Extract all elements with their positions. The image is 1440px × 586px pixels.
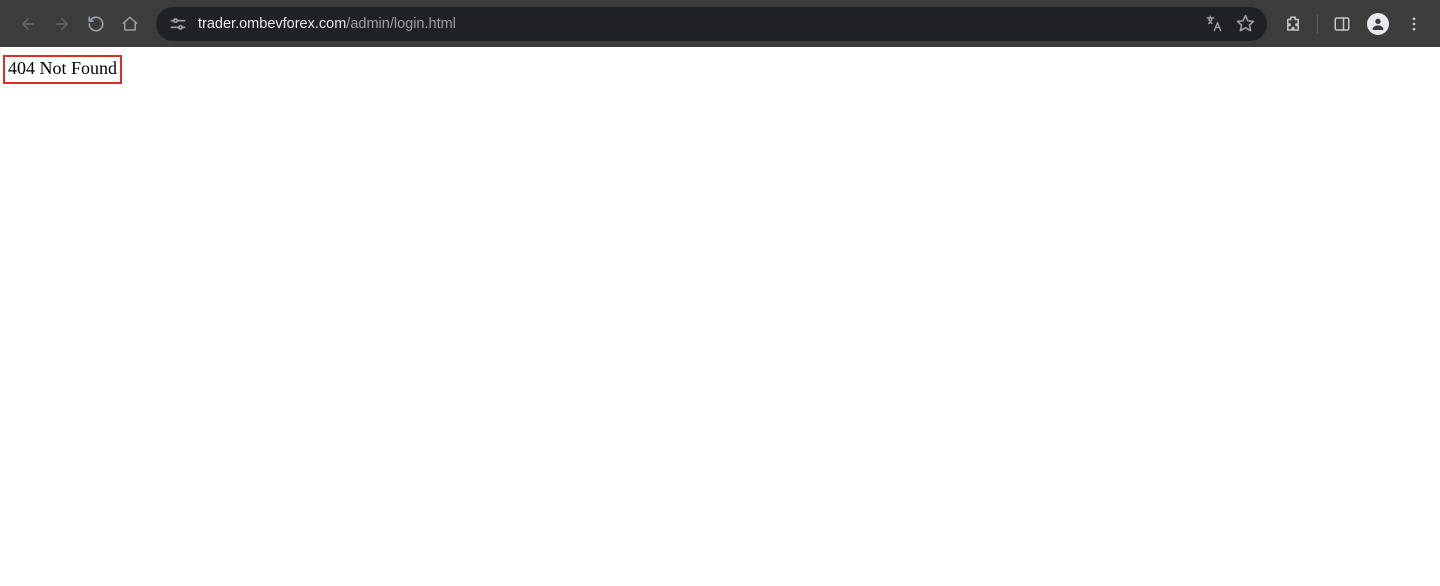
- page-content: 404 Not Found: [0, 47, 1440, 92]
- error-text: 404 Not Found: [8, 58, 117, 78]
- toolbar-divider: [1317, 15, 1318, 33]
- translate-icon: [1204, 14, 1223, 33]
- avatar: [1367, 13, 1389, 35]
- address-bar-actions: [1201, 12, 1257, 36]
- arrow-right-icon: [53, 15, 71, 33]
- forward-button[interactable]: [48, 10, 76, 38]
- bookmark-button[interactable]: [1233, 12, 1257, 36]
- star-icon: [1236, 14, 1255, 33]
- extensions-icon: [1284, 15, 1302, 33]
- extensions-button[interactable]: [1279, 10, 1307, 38]
- sidepanel-icon: [1333, 15, 1351, 33]
- profile-button[interactable]: [1364, 10, 1392, 38]
- address-bar-container: trader.ombevforex.com/admin/login.html: [156, 7, 1267, 41]
- site-info-button[interactable]: [168, 14, 188, 34]
- reload-icon: [87, 15, 105, 33]
- error-highlight: 404 Not Found: [3, 55, 122, 84]
- translate-button[interactable]: [1201, 12, 1225, 36]
- kebab-icon: [1405, 15, 1423, 33]
- url-path: /admin/login.html: [346, 16, 456, 32]
- home-icon: [121, 15, 139, 33]
- tune-icon: [168, 14, 188, 34]
- nav-buttons: [8, 10, 144, 38]
- home-button[interactable]: [116, 10, 144, 38]
- person-icon: [1370, 16, 1386, 32]
- reload-button[interactable]: [82, 10, 110, 38]
- browser-toolbar: trader.ombevforex.com/admin/login.html: [0, 0, 1440, 47]
- url-text: trader.ombevforex.com/admin/login.html: [198, 16, 1191, 32]
- address-bar[interactable]: trader.ombevforex.com/admin/login.html: [156, 7, 1267, 41]
- side-panel-button[interactable]: [1328, 10, 1356, 38]
- arrow-left-icon: [19, 15, 37, 33]
- menu-button[interactable]: [1400, 10, 1428, 38]
- back-button[interactable]: [14, 10, 42, 38]
- toolbar-right-actions: [1279, 10, 1432, 38]
- url-host: trader.ombevforex.com: [198, 16, 346, 32]
